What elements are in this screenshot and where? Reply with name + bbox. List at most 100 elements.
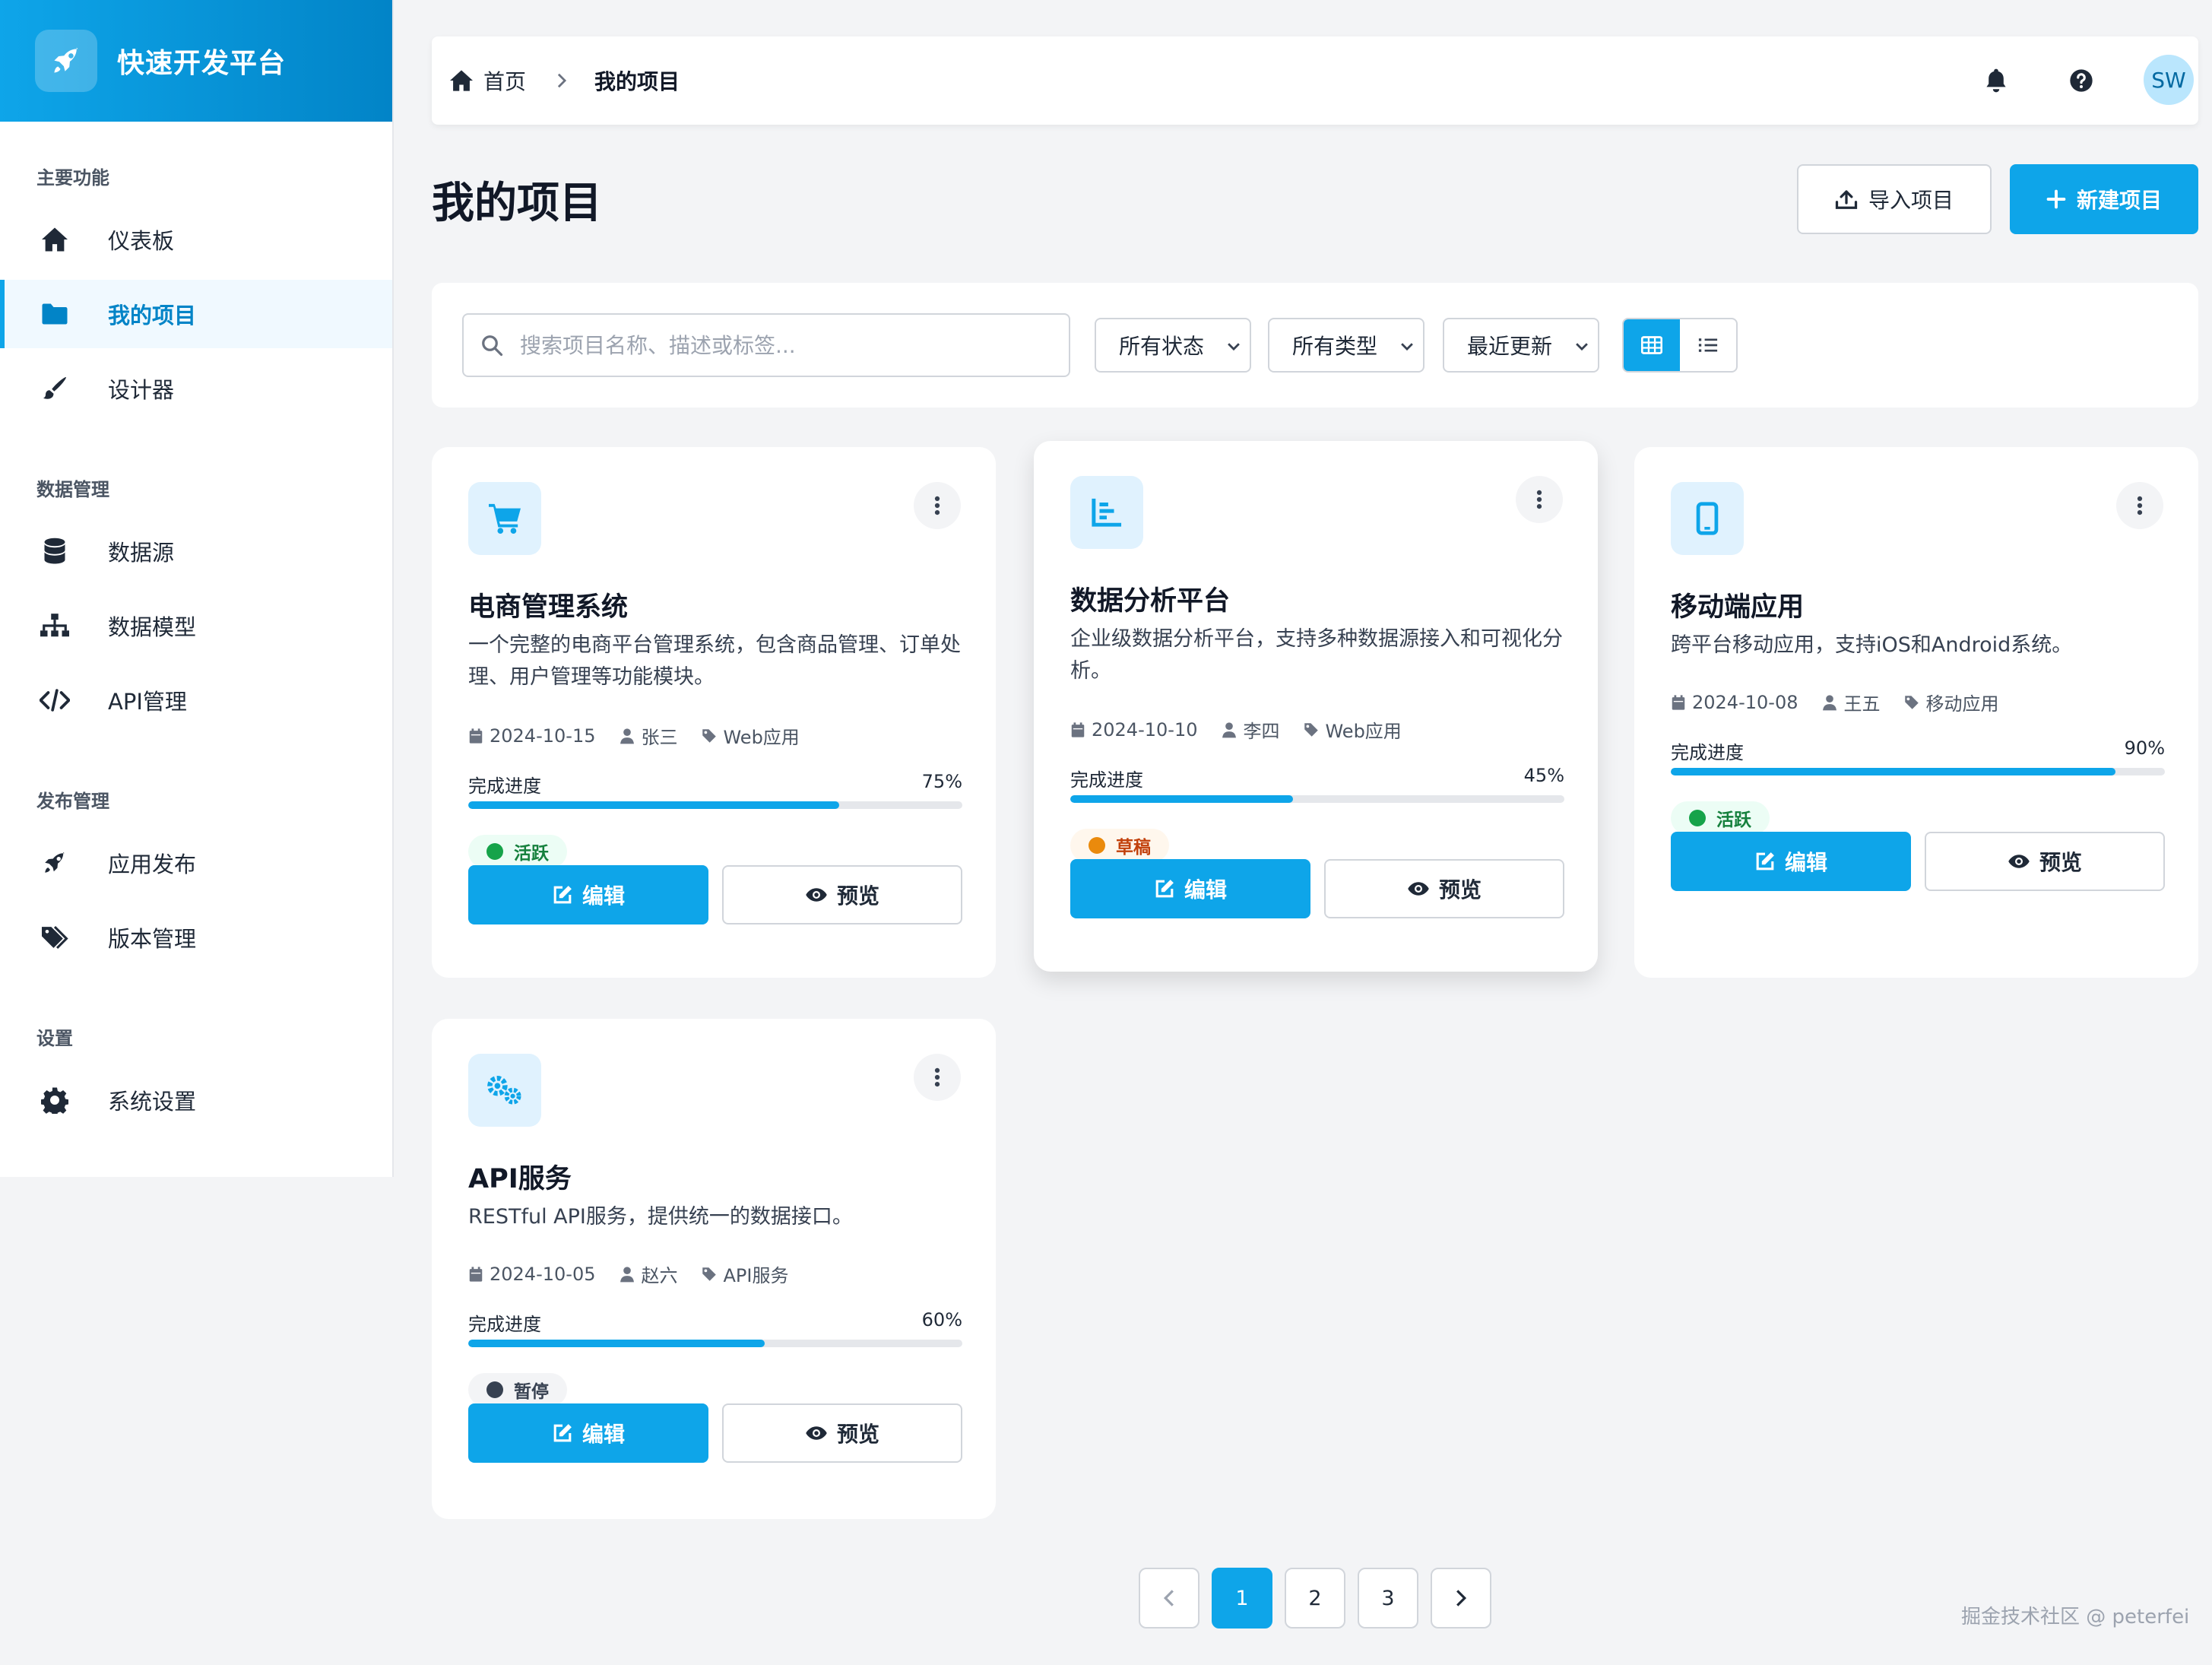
more-vertical-icon bbox=[934, 496, 940, 515]
eye-icon bbox=[805, 1425, 828, 1441]
page-button-3[interactable]: 3 bbox=[1358, 1568, 1418, 1629]
progress-bar bbox=[468, 801, 962, 809]
type-select[interactable]: 所有类型 bbox=[1268, 318, 1424, 373]
sidebar-item-datamodel[interactable]: 数据模型 bbox=[0, 591, 392, 660]
more-options-button[interactable] bbox=[914, 482, 961, 529]
edit-icon bbox=[1154, 878, 1175, 899]
grid-icon bbox=[1641, 336, 1662, 354]
status-text: 暂停 bbox=[514, 1382, 549, 1402]
progress-label: 完成进度 bbox=[468, 775, 541, 797]
progress-value: 45% bbox=[1523, 765, 1564, 786]
chevron-down-icon bbox=[1225, 338, 1242, 354]
page-button-2[interactable]: 2 bbox=[1285, 1568, 1345, 1629]
edit-label: 编辑 bbox=[582, 1422, 625, 1447]
project-description: 跨平台移动应用，支持iOS和Android系统。 bbox=[1671, 633, 2073, 657]
project-title[interactable]: 移动端应用 bbox=[1671, 585, 1804, 624]
prev-page-button[interactable] bbox=[1139, 1568, 1199, 1629]
project-card[interactable]: 数据分析平台 企业级数据分析平台，支持多种数据源接入和可视化分析。 2024-1… bbox=[1034, 441, 1598, 972]
project-card[interactable]: 移动端应用 跨平台移动应用，支持iOS和Android系统。 2024-10-0… bbox=[1634, 447, 2198, 978]
project-owner: 李四 bbox=[1243, 721, 1280, 742]
user-icon bbox=[620, 1266, 641, 1283]
status-text: 活跃 bbox=[514, 844, 549, 864]
eye-icon bbox=[2008, 853, 2030, 870]
status-badge: 暂停 bbox=[468, 1373, 567, 1407]
user-icon bbox=[620, 728, 641, 744]
edit-label: 编辑 bbox=[1784, 850, 1827, 875]
sidebar-item-designer[interactable]: 设计器 bbox=[0, 354, 392, 423]
chart-icon bbox=[1070, 476, 1143, 549]
sidebar-item-settings[interactable]: 系统设置 bbox=[0, 1066, 392, 1134]
home-icon[interactable] bbox=[448, 69, 474, 92]
preview-button[interactable]: 预览 bbox=[722, 1403, 962, 1463]
chevron-left-icon bbox=[1163, 1588, 1175, 1608]
page-button-1[interactable]: 1 bbox=[1212, 1568, 1272, 1629]
sidebar-item-projects[interactable]: 我的项目 bbox=[0, 280, 392, 348]
search-input[interactable] bbox=[520, 332, 1052, 358]
tag-icon bbox=[702, 1267, 723, 1282]
sidebar-item-dashboard[interactable]: 仪表板 bbox=[0, 205, 392, 274]
project-owner: 赵六 bbox=[641, 1265, 678, 1286]
sidebar-item-versions[interactable]: 版本管理 bbox=[0, 903, 392, 972]
sidebar-item-label: 我的项目 bbox=[108, 303, 197, 328]
preview-label: 预览 bbox=[1438, 877, 1482, 902]
search-box[interactable] bbox=[462, 313, 1070, 377]
sidebar-item-api[interactable]: API管理 bbox=[0, 666, 392, 734]
import-project-button[interactable]: 导入项目 bbox=[1797, 164, 1992, 234]
status-select[interactable]: 所有状态 bbox=[1095, 318, 1251, 373]
breadcrumb-home[interactable]: 首页 bbox=[483, 65, 526, 96]
mobile-icon bbox=[1671, 482, 1744, 555]
progress-label: 完成进度 bbox=[1671, 742, 1744, 763]
sidebar-item-datasource[interactable]: 数据源 bbox=[0, 517, 392, 585]
edit-button[interactable]: 编辑 bbox=[1671, 832, 1911, 891]
project-type: Web应用 bbox=[1325, 721, 1402, 742]
next-page-button[interactable] bbox=[1431, 1568, 1491, 1629]
grid-view-button[interactable] bbox=[1624, 319, 1680, 371]
more-options-button[interactable] bbox=[1516, 476, 1563, 523]
project-type: API服务 bbox=[723, 1265, 789, 1286]
edit-button[interactable]: 编辑 bbox=[1070, 859, 1310, 918]
help-icon[interactable] bbox=[2066, 65, 2096, 96]
cart-icon bbox=[468, 482, 541, 555]
new-project-button[interactable]: 新建项目 bbox=[2010, 164, 2198, 234]
sidebar-item-publish[interactable]: 应用发布 bbox=[0, 829, 392, 897]
breadcrumb: 首页 我的项目 bbox=[448, 36, 680, 125]
project-meta: 2024-10-08 王五 移动应用 bbox=[1671, 689, 2023, 715]
project-description: 一个完整的电商平台管理系统，包含商品管理、订单处理、用户管理等功能模块。 bbox=[468, 633, 961, 689]
edit-button[interactable]: 编辑 bbox=[468, 865, 708, 924]
eye-icon bbox=[1407, 880, 1430, 897]
list-view-button[interactable] bbox=[1680, 319, 1736, 371]
project-description: RESTful API服务，提供统一的数据接口。 bbox=[468, 1205, 853, 1229]
bell-icon[interactable] bbox=[1981, 65, 2011, 96]
eye-icon bbox=[805, 886, 828, 903]
status-select-value: 所有状态 bbox=[1119, 334, 1205, 359]
sidebar-item-label: 设计器 bbox=[108, 377, 175, 403]
sort-select[interactable]: 最近更新 bbox=[1443, 318, 1599, 373]
project-card[interactable]: API服务 RESTful API服务，提供统一的数据接口。 2024-10-0… bbox=[432, 1019, 996, 1519]
sort-select-value: 最近更新 bbox=[1467, 334, 1553, 359]
status-dot bbox=[486, 843, 503, 860]
chevron-right-icon bbox=[1455, 1588, 1467, 1608]
filter-bar: 所有状态 所有类型 最近更新 bbox=[432, 283, 2198, 408]
project-date: 2024-10-08 bbox=[1692, 691, 1798, 713]
project-title[interactable]: API服务 bbox=[468, 1157, 572, 1196]
more-options-button[interactable] bbox=[2116, 482, 2163, 529]
project-type: 移动应用 bbox=[1925, 693, 1999, 715]
progress-value: 90% bbox=[2124, 737, 2165, 759]
sidebar-item-label: 应用发布 bbox=[108, 852, 197, 877]
tag-icon bbox=[1904, 695, 1925, 710]
breadcrumb-current: 我的项目 bbox=[594, 69, 680, 94]
edit-button[interactable]: 编辑 bbox=[468, 1403, 708, 1463]
project-card[interactable]: 电商管理系统 一个完整的电商平台管理系统，包含商品管理、订单处理、用户管理等功能… bbox=[432, 447, 996, 978]
brand[interactable]: 快速开发平台 bbox=[0, 0, 392, 122]
status-badge: 活跃 bbox=[468, 835, 567, 868]
preview-button[interactable]: 预览 bbox=[1324, 859, 1564, 918]
project-title[interactable]: 数据分析平台 bbox=[1070, 579, 1230, 618]
project-owner: 王五 bbox=[1843, 693, 1881, 715]
home-icon bbox=[40, 224, 70, 255]
avatar[interactable]: SW bbox=[2144, 55, 2194, 105]
preview-button[interactable]: 预览 bbox=[722, 865, 962, 924]
sidebar-item-label: 数据模型 bbox=[108, 614, 197, 640]
more-options-button[interactable] bbox=[914, 1054, 961, 1101]
project-title[interactable]: 电商管理系统 bbox=[468, 585, 628, 624]
preview-button[interactable]: 预览 bbox=[1925, 832, 2165, 891]
